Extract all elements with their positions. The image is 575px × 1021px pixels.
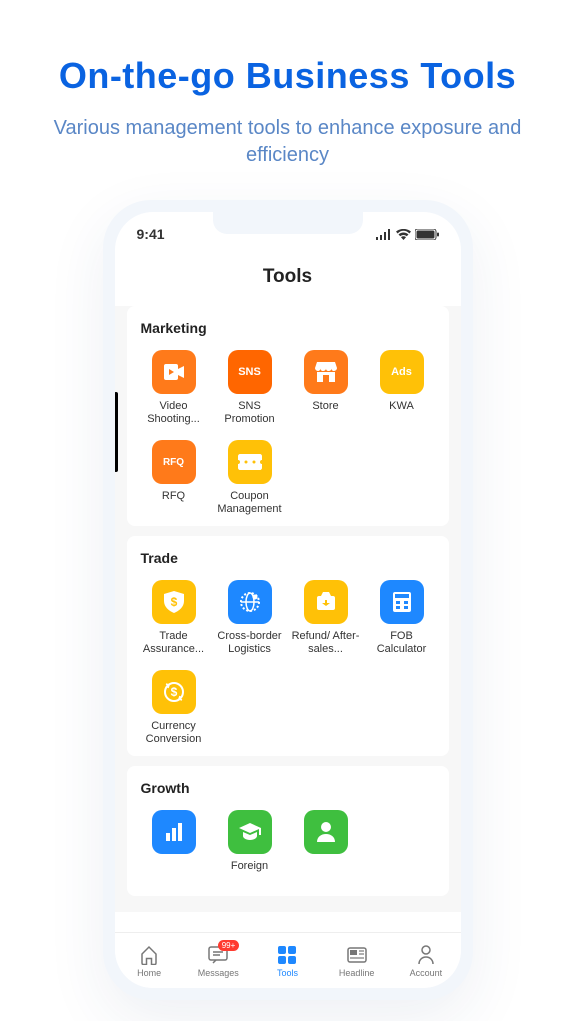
svg-text:$: $	[170, 595, 177, 609]
home-icon	[138, 944, 160, 966]
hero-subtitle: Various management tools to enhance expo…	[40, 115, 535, 169]
growth-card: Growth Foreign	[127, 766, 449, 896]
signal-icon	[376, 229, 392, 240]
rfq-icon: RFQ	[152, 440, 196, 484]
tool-label: FOB Calculator	[365, 630, 439, 656]
ads-icon: Ads	[380, 350, 424, 394]
tool-label: Store	[312, 400, 338, 426]
tool-logistics[interactable]: Cross-border Logistics	[213, 580, 287, 656]
growth-title: Growth	[137, 780, 439, 796]
tool-label: Coupon Management	[213, 490, 287, 516]
tab-label: Messages	[198, 968, 239, 978]
calculator-icon	[380, 580, 424, 624]
tool-kwa[interactable]: Ads KWA	[365, 350, 439, 426]
messages-badge: 99+	[218, 940, 240, 951]
tool-trade-assurance[interactable]: $ Trade Assurance...	[137, 580, 211, 656]
currency-icon: $	[152, 670, 196, 714]
store-icon	[304, 350, 348, 394]
tab-home[interactable]: Home	[115, 944, 184, 978]
coupon-icon	[228, 440, 272, 484]
tool-refund[interactable]: Refund/ After-sales...	[289, 580, 363, 656]
tab-headline[interactable]: Headline	[322, 944, 391, 978]
tool-label: Cross-border Logistics	[213, 630, 287, 656]
marketing-card: Marketing Video Shooting... SNS SNS Promo…	[127, 306, 449, 526]
tab-label: Account	[410, 968, 443, 978]
account-icon	[415, 944, 437, 966]
marketing-title: Marketing	[137, 320, 439, 336]
tool-coupon[interactable]: Coupon Management	[213, 440, 287, 516]
tool-sns[interactable]: SNS SNS Promotion	[213, 350, 287, 426]
tools-icon	[276, 944, 298, 966]
content-area: Marketing Video Shooting... SNS SNS Promo…	[115, 306, 461, 912]
globe-icon	[228, 580, 272, 624]
tool-rfq[interactable]: RFQ RFQ	[137, 440, 211, 516]
tool-label: Video Shooting...	[137, 400, 211, 426]
wifi-icon	[396, 229, 411, 240]
side-accent	[115, 392, 118, 472]
tab-bar: Home 99+ Messages Tools Headline Account	[115, 932, 461, 988]
phone-screen: 9:41 Tools Marketing Video Shooting... S…	[115, 212, 461, 988]
phone-frame: 9:41 Tools Marketing Video Shooting... S…	[103, 200, 473, 1000]
tool-analytics[interactable]	[137, 810, 211, 886]
battery-icon	[415, 229, 439, 240]
tool-fob[interactable]: FOB Calculator	[365, 580, 439, 656]
headline-icon	[346, 944, 368, 966]
tool-label: KWA	[389, 400, 414, 426]
tab-tools[interactable]: Tools	[253, 944, 322, 978]
tool-video-shooting[interactable]: Video Shooting...	[137, 350, 211, 426]
tab-account[interactable]: Account	[391, 944, 460, 978]
status-time: 9:41	[137, 226, 165, 242]
person-icon	[304, 810, 348, 854]
video-icon	[152, 350, 196, 394]
tool-profile[interactable]	[289, 810, 363, 886]
refund-icon	[304, 580, 348, 624]
hero-title: On-the-go Business Tools	[40, 55, 535, 97]
tab-label: Headline	[339, 968, 375, 978]
tool-label: SNS Promotion	[213, 400, 287, 426]
tool-foreign[interactable]: Foreign	[213, 810, 287, 886]
tool-store[interactable]: Store	[289, 350, 363, 426]
tool-label: RFQ	[162, 490, 185, 516]
sns-icon: SNS	[228, 350, 272, 394]
tab-label: Home	[137, 968, 161, 978]
trade-title: Trade	[137, 550, 439, 566]
tool-label: Trade Assurance...	[137, 630, 211, 656]
shield-dollar-icon: $	[152, 580, 196, 624]
notch	[213, 212, 363, 234]
svg-text:$: $	[170, 685, 177, 699]
tool-label: Currency Conversion	[137, 720, 211, 746]
page-title: Tools	[115, 242, 461, 306]
tab-messages[interactable]: 99+ Messages	[184, 944, 253, 978]
chart-icon	[152, 810, 196, 854]
trade-card: Trade $ Trade Assurance... Cross-border L…	[127, 536, 449, 756]
tool-label: Foreign	[231, 860, 268, 886]
tab-label: Tools	[277, 968, 298, 978]
tool-currency[interactable]: $ Currency Conversion	[137, 670, 211, 746]
messages-icon: 99+	[207, 944, 229, 966]
tool-label: Refund/ After-sales...	[289, 630, 363, 656]
graduate-icon	[228, 810, 272, 854]
